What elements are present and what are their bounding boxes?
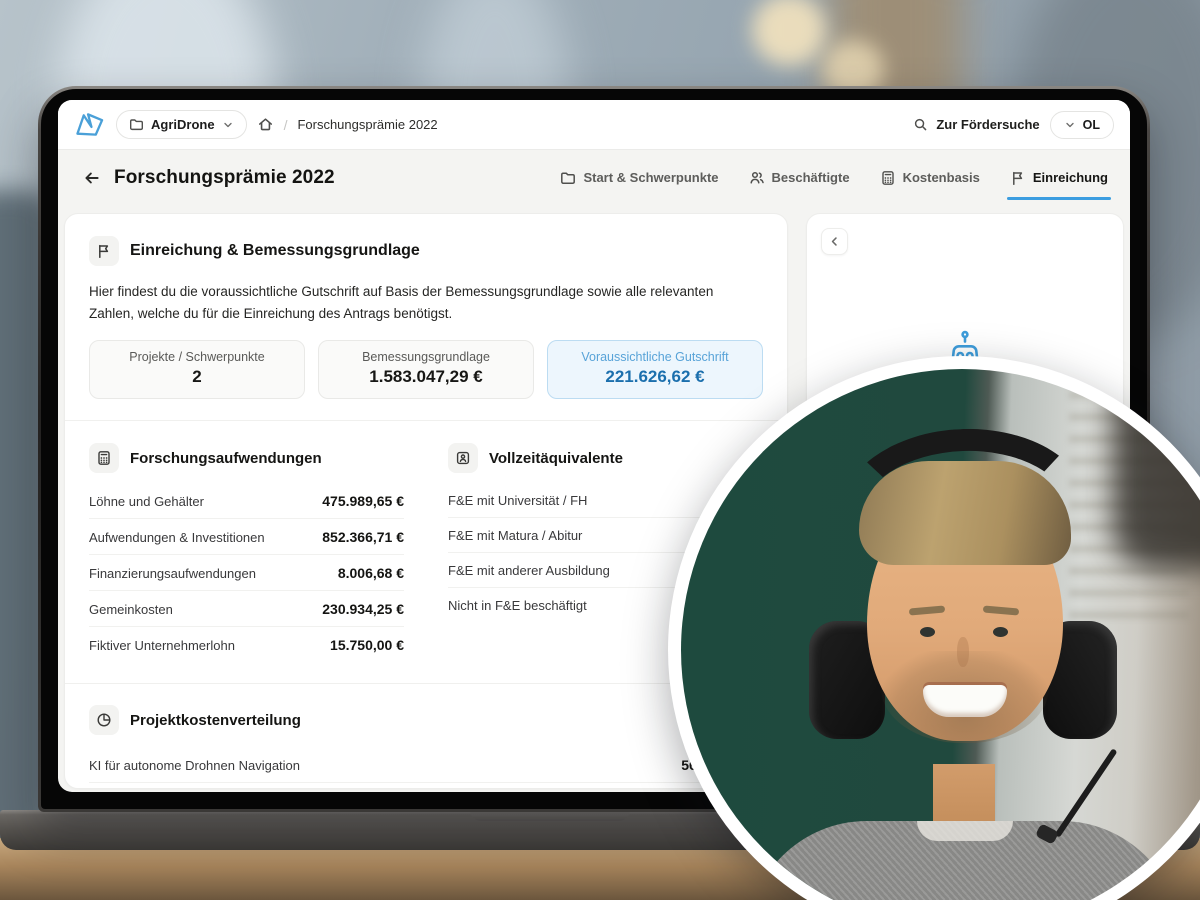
row-label: Gemeinkosten [89, 602, 173, 617]
row-label: Fiktiver Unternehmerlohn [89, 638, 235, 653]
section-title: Forschungsaufwendungen [130, 450, 322, 467]
stat-label: Bemessungsgrundlage [323, 350, 529, 364]
tab-bar: Start & Schwerpunkte Beschäftigte [560, 150, 1108, 205]
submission-description: Hier findest du die voraussichtliche Gut… [89, 281, 737, 324]
pie-chart-icon [89, 705, 119, 735]
table-row: Fiktiver Unternehmerlohn 15.750,00 € [89, 627, 404, 662]
bokeh-light [752, 0, 826, 66]
presenter-nose [957, 637, 969, 667]
user-initials: OL [1083, 118, 1100, 132]
stat-bemessungsgrundlage: Bemessungsgrundlage 1.583.047,29 € [318, 340, 534, 399]
tab-start-schwerpunkte[interactable]: Start & Schwerpunkte [560, 150, 718, 205]
row-label: Löhne und Gehälter [89, 494, 204, 509]
tab-kostenbasis[interactable]: Kostenbasis [880, 150, 980, 205]
stat-value: 2 [94, 367, 300, 387]
section-title: Projektkostenverteilung [130, 712, 301, 729]
flag-icon [89, 236, 119, 266]
tab-label: Start & Schwerpunkte [583, 170, 718, 185]
row-label: KI für autonome Drohnen Navigation [89, 758, 300, 773]
breadcrumb-current: Forschungsprämie 2022 [297, 117, 437, 132]
stat-value: 1.583.047,29 € [323, 367, 529, 387]
home-icon[interactable] [257, 116, 274, 133]
divider [65, 420, 787, 421]
funding-search-link[interactable]: Zur Fördersuche [913, 117, 1039, 132]
person-badge-icon [448, 443, 478, 473]
table-row: Finanzierungsaufwendungen 8.006,68 € [89, 555, 404, 591]
collapse-panel-button[interactable] [821, 228, 848, 255]
tab-einreichung[interactable]: Einreichung [1010, 150, 1108, 205]
research-expenses-section: Forschungsaufwendungen Löhne und Gehälte… [89, 442, 404, 662]
row-label: Nicht in F&E beschäftigt [448, 598, 587, 613]
table-row: KI für autonome Drohnen Navigation 568.3… [89, 747, 763, 783]
calculator-icon [89, 443, 119, 473]
back-button[interactable] [83, 169, 101, 187]
row-value: 475.989,65 € [322, 493, 404, 509]
submission-title: Einreichung & Bemessungsgrundlage [130, 242, 420, 260]
funding-search-label: Zur Fördersuche [936, 117, 1039, 132]
project-name: AgriDrone [151, 117, 215, 132]
breadcrumb-separator: / [284, 117, 288, 133]
row-value: 8.006,68 € [338, 565, 404, 581]
row-value: 230.934,25 € [322, 601, 404, 617]
user-menu[interactable]: OL [1050, 111, 1114, 139]
row-value: 852.366,71 € [322, 529, 404, 545]
topbar: AgriDrone / Forschungsprämie 2022 [58, 100, 1130, 150]
stat-projekte: Projekte / Schwerpunkte 2 [89, 340, 305, 399]
project-switcher[interactable]: AgriDrone [116, 110, 247, 139]
presenter-smile [923, 685, 1007, 717]
chevron-down-icon [222, 119, 234, 131]
flag-icon [1010, 170, 1026, 186]
tab-label: Beschäftigte [772, 170, 850, 185]
section-title: Vollzeitäquivalente [489, 450, 623, 467]
tab-label: Kostenbasis [903, 170, 980, 185]
search-icon [913, 117, 928, 132]
row-label: F&E mit Universität / FH [448, 493, 587, 508]
presenter-collar [917, 821, 1013, 841]
stats-row: Projekte / Schwerpunkte 2 Bemessungsgrun… [89, 340, 763, 399]
stat-gutschrift: Voraussichtliche Gutschrift 221.626,62 € [547, 340, 763, 399]
page-title: Forschungsprämie 2022 [114, 167, 335, 189]
table-row: Aufwendungen & Investitionen 852.366,71 … [89, 519, 404, 555]
presenter-eye [993, 627, 1008, 637]
row-value: 15.750,00 € [330, 637, 404, 653]
folder-icon [560, 170, 576, 186]
table-row: Löhne und Gehälter 475.989,65 € [89, 483, 404, 519]
page-header: Forschungsprämie 2022 Start & Schwerpunk… [58, 150, 1130, 205]
chevron-down-icon [1064, 119, 1076, 131]
tab-label: Einreichung [1033, 170, 1108, 185]
people-icon [749, 170, 765, 186]
photo-shadow [1113, 369, 1200, 569]
stat-label: Voraussichtliche Gutschrift [552, 350, 758, 364]
row-label: F&E mit Matura / Abitur [448, 528, 582, 543]
presenter-eye [920, 627, 935, 637]
row-label: F&E mit anderer Ausbildung [448, 563, 610, 578]
table-row: Gemeinkosten 230.934,25 € [89, 591, 404, 627]
presenter-photo [681, 369, 1200, 900]
stat-value: 221.626,62 € [552, 367, 758, 387]
tab-beschaeftigte[interactable]: Beschäftigte [749, 150, 850, 205]
scene: AgriDrone / Forschungsprämie 2022 [0, 0, 1200, 900]
folder-icon [129, 117, 144, 132]
app-logo[interactable] [74, 111, 106, 138]
row-label: Aufwendungen & Investitionen [89, 530, 265, 545]
stat-label: Projekte / Schwerpunkte [94, 350, 300, 364]
project-costs-section: Projektkostenverteilung KI für autonome … [89, 705, 763, 783]
calculator-icon [880, 170, 896, 186]
row-label: Finanzierungsaufwendungen [89, 566, 256, 581]
